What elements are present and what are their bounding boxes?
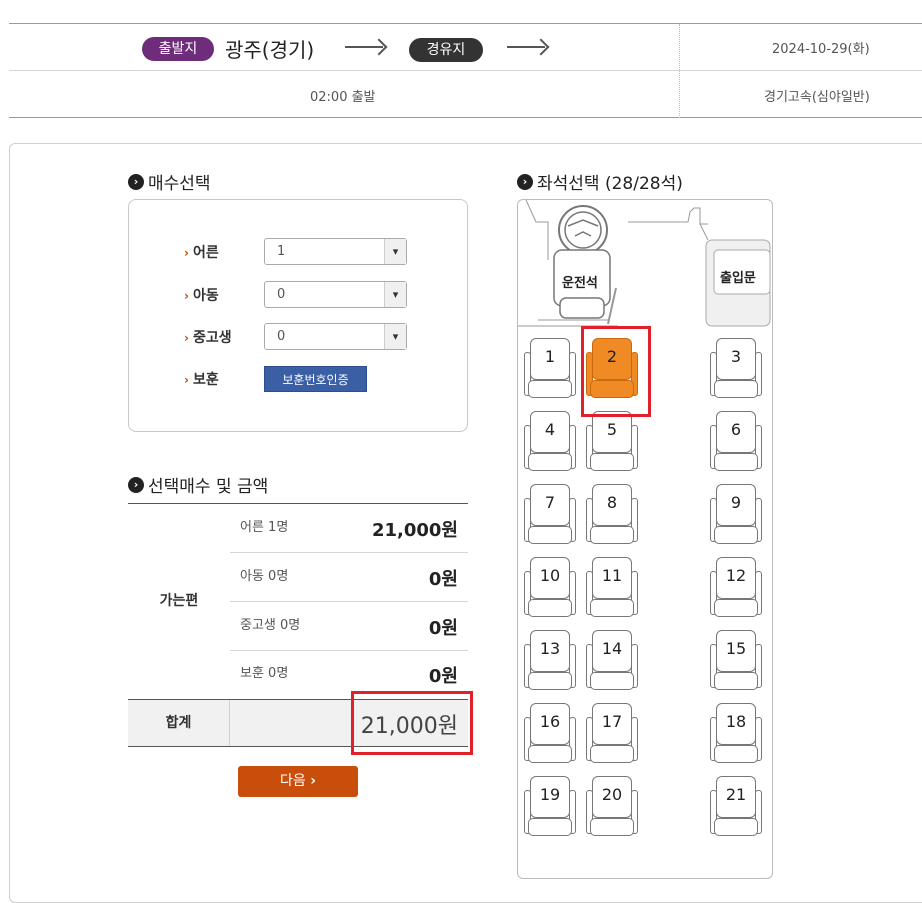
- arrow-right-icon: [507, 46, 545, 48]
- seat-18[interactable]: 18: [710, 703, 762, 765]
- steering-wheel-icon: [558, 205, 608, 255]
- seat-14[interactable]: 14: [586, 630, 638, 692]
- chevron-right-icon: ›: [184, 245, 189, 260]
- seat-3[interactable]: 3: [710, 338, 762, 400]
- arrow-right-icon: [345, 46, 383, 48]
- seat-17[interactable]: 17: [586, 703, 638, 765]
- driver-area: [518, 200, 771, 327]
- seat-number: 8: [606, 493, 618, 512]
- seat-number: 17: [601, 712, 623, 731]
- seat-6[interactable]: 6: [710, 411, 762, 473]
- price-row: 중고생 0명 0원: [230, 602, 468, 651]
- seat-11[interactable]: 11: [586, 557, 638, 619]
- seat-number: 6: [730, 420, 742, 439]
- seat-number: 7: [544, 493, 556, 512]
- seat-number: 18: [725, 712, 747, 731]
- price-section-title: › 선택매수 및 금액: [128, 472, 268, 497]
- seat-number: 11: [601, 566, 623, 585]
- veteran-verify-button[interactable]: 보훈번호인증: [264, 366, 367, 392]
- travel-date: 2024-10-29(화): [772, 42, 870, 57]
- seat-number: 9: [730, 493, 742, 512]
- seat-4[interactable]: 4: [524, 411, 576, 473]
- seat-number: 21: [725, 785, 747, 804]
- seat-number: 1: [544, 347, 556, 366]
- chevron-down-icon: ▾: [384, 324, 406, 349]
- chevron-down-icon: ▾: [384, 239, 406, 264]
- next-button[interactable]: 다음 ›: [238, 766, 358, 797]
- chevron-right-icon: ›: [128, 173, 144, 190]
- chevron-right-icon: ›: [128, 476, 144, 493]
- child-count-select[interactable]: 0 ▾: [264, 281, 407, 308]
- seat-13[interactable]: 13: [524, 630, 576, 692]
- seat-number: 15: [725, 639, 747, 658]
- seat-section-title: › 좌석선택 (28/28석): [517, 169, 683, 194]
- seat-20[interactable]: 20: [586, 776, 638, 838]
- seat-number: 4: [544, 420, 556, 439]
- adult-count-select[interactable]: 1 ▾: [264, 238, 407, 265]
- price-table: 가는편 어른 1명 21,000원 아동 0명 0원 중고생 0명 0원 보훈 …: [128, 503, 468, 747]
- chevron-right-icon: ›: [517, 173, 533, 190]
- seat-number: 3: [730, 347, 742, 366]
- count-row-veteran: › 보훈 보훈번호인증: [184, 366, 367, 392]
- departure-city: 광주(경기): [225, 38, 315, 62]
- route-header: 출발지 광주(경기) 경유지 2024-10-29(화) 02:00 출발 경기…: [9, 23, 922, 118]
- seat-number: 13: [539, 639, 561, 658]
- seat-number: 14: [601, 639, 623, 658]
- seat-9[interactable]: 9: [710, 484, 762, 546]
- departure-time: 02:00 출발: [310, 90, 376, 105]
- seat-1[interactable]: 1: [524, 338, 576, 400]
- seat-15[interactable]: 15: [710, 630, 762, 692]
- student-count-select[interactable]: 0 ▾: [264, 323, 407, 350]
- departure-badge: 출발지: [142, 37, 214, 61]
- seat-8[interactable]: 8: [586, 484, 638, 546]
- seat-5[interactable]: 5: [586, 411, 638, 473]
- seat-number: 16: [539, 712, 561, 731]
- seat-number: 10: [539, 566, 561, 585]
- via-badge: 경유지: [409, 38, 483, 62]
- count-box: › 어른 1 ▾ › 아동 0 ▾ › 중고생 0 ▾ › 보훈 보훈번호인증: [128, 199, 468, 432]
- door-label: 출입문: [720, 271, 756, 286]
- price-row: 어른 1명 21,000원: [230, 504, 468, 553]
- selected-seat-highlight-box: [581, 326, 651, 417]
- chevron-right-icon: ›: [310, 773, 316, 789]
- chevron-right-icon: ›: [184, 330, 189, 345]
- seat-12[interactable]: 12: [710, 557, 762, 619]
- bus-company: 경기고속(심야일반): [764, 90, 870, 105]
- seat-number: 19: [539, 785, 561, 804]
- seat-21[interactable]: 21: [710, 776, 762, 838]
- seat-number: 12: [725, 566, 747, 585]
- chevron-right-icon: ›: [184, 288, 189, 303]
- seat-number: 5: [606, 420, 618, 439]
- price-row: 아동 0명 0원: [230, 553, 468, 602]
- count-section-title: › 매수선택: [128, 169, 211, 194]
- seat-19[interactable]: 19: [524, 776, 576, 838]
- count-row-child: › 아동 0 ▾: [184, 281, 407, 308]
- seat-10[interactable]: 10: [524, 557, 576, 619]
- total-highlight-box: [351, 691, 473, 755]
- count-row-adult: › 어른 1 ▾: [184, 238, 407, 265]
- seat-number: 20: [601, 785, 623, 804]
- seat-7[interactable]: 7: [524, 484, 576, 546]
- count-row-student: › 중고생 0 ▾: [184, 323, 407, 350]
- total-label: 합계: [128, 700, 230, 746]
- trip-direction-label: 가는편: [159, 593, 199, 609]
- chevron-right-icon: ›: [184, 373, 189, 387]
- driver-seat-label: 운전석: [562, 276, 598, 291]
- chevron-down-icon: ▾: [384, 282, 406, 307]
- seat-16[interactable]: 16: [524, 703, 576, 765]
